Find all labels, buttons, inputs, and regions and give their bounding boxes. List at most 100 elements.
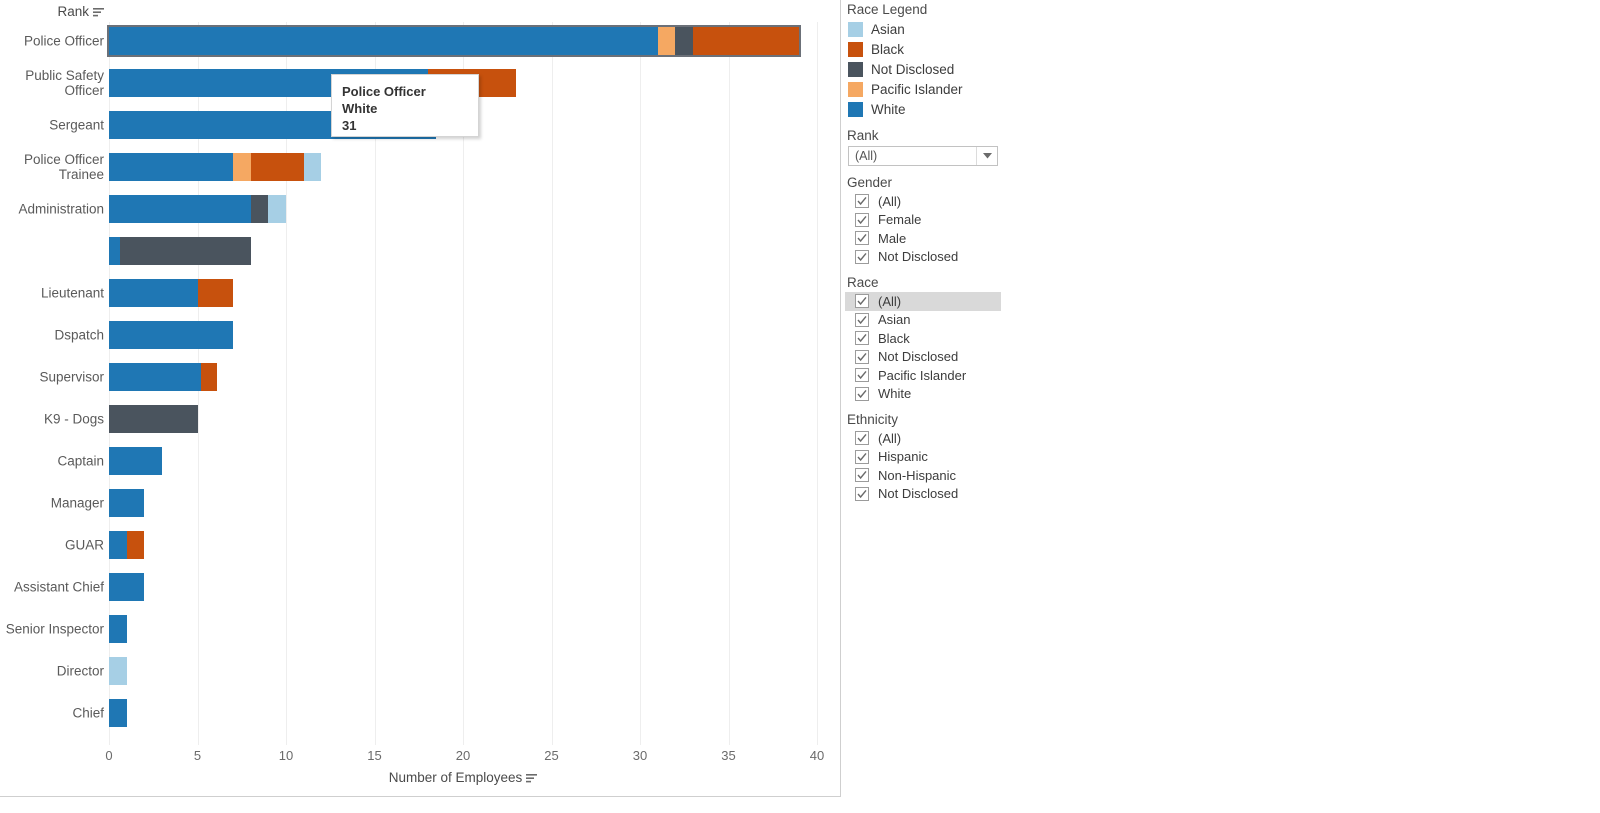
checkbox-icon[interactable] <box>855 431 869 446</box>
race-filter-option[interactable]: Pacific Islander <box>845 366 1105 385</box>
chevron-down-icon[interactable] <box>976 147 997 165</box>
checkbox-icon[interactable] <box>855 194 869 209</box>
bar-segment-not-disclosed[interactable] <box>109 405 198 433</box>
stacked-bar[interactable] <box>109 699 127 727</box>
bar-segment-pacific-islander[interactable] <box>657 27 676 55</box>
chart-row-label[interactable]: K9 - Dogs <box>0 412 104 427</box>
bar-segment-asian[interactable] <box>303 153 322 181</box>
race-filter-option[interactable]: White <box>845 385 1105 404</box>
bar-segment-asian[interactable] <box>109 657 127 685</box>
chart-row-label[interactable]: Police Officer Trainee <box>0 152 104 182</box>
bar-segment-black[interactable] <box>201 363 217 391</box>
bar-segment-black[interactable] <box>693 27 800 55</box>
stacked-bar[interactable] <box>109 153 322 181</box>
chart-row-label[interactable]: Director <box>0 664 104 679</box>
bar-segment-asian[interactable] <box>268 195 286 223</box>
bar-segment-white[interactable] <box>109 363 202 391</box>
checkbox-icon[interactable] <box>855 312 869 327</box>
race-filter-option[interactable]: Not Disclosed <box>845 348 1105 367</box>
stacked-bar[interactable] <box>109 405 198 433</box>
ethnicity-filter-option[interactable]: Hispanic <box>845 448 1105 467</box>
ethnicity-filter-option[interactable]: Non-Hispanic <box>845 466 1105 485</box>
bar-segment-white[interactable] <box>109 489 145 517</box>
chart-row-label[interactable]: Administration <box>0 202 104 217</box>
stacked-bar[interactable] <box>106 25 802 57</box>
chart-row-label[interactable]: Police Officer <box>0 34 104 49</box>
chart-row-label[interactable]: Supervisor <box>0 370 104 385</box>
bar-segment-white[interactable] <box>109 531 127 559</box>
chart-row-label[interactable]: Dspatch <box>0 328 104 343</box>
bar-segment-white[interactable] <box>109 279 198 307</box>
chart-row-label[interactable]: Senior Inspector <box>0 622 104 637</box>
checkbox-icon[interactable] <box>855 449 869 464</box>
race-filter-option[interactable]: (All) <box>845 292 1001 311</box>
stacked-bar[interactable] <box>109 447 163 475</box>
stacked-bar[interactable] <box>109 615 127 643</box>
bar-segment-not-disclosed[interactable] <box>119 237 251 265</box>
legend-item[interactable]: White <box>845 99 1105 119</box>
bar-segment-pacific-islander[interactable] <box>232 153 251 181</box>
gender-filter-option[interactable]: Not Disclosed <box>845 248 1105 267</box>
stacked-bar[interactable] <box>109 489 145 517</box>
chart-row-label[interactable]: Captain <box>0 454 104 469</box>
checkbox-icon[interactable] <box>855 212 869 227</box>
legend-item[interactable]: Pacific Islander <box>845 79 1105 99</box>
chart-row-label[interactable]: Public Safety Officer <box>0 68 104 98</box>
chart-row-label[interactable]: GUAR <box>0 538 104 553</box>
stacked-bar[interactable] <box>109 363 217 391</box>
sort-descending-icon[interactable] <box>526 771 538 786</box>
chart-row-label[interactable]: Chief <box>0 706 104 721</box>
stacked-bar[interactable] <box>109 657 127 685</box>
checkbox-icon[interactable] <box>855 368 869 383</box>
bar-segment-black[interactable] <box>126 531 145 559</box>
stacked-bar[interactable] <box>109 237 251 265</box>
checkbox-icon[interactable] <box>855 386 869 401</box>
checkbox-icon[interactable] <box>855 486 869 501</box>
ethnicity-filter-option[interactable]: (All) <box>845 429 1105 448</box>
chart-row-label[interactable]: Sergeant <box>0 118 104 133</box>
chart-row: Police Officer <box>24 25 817 57</box>
bar-segment-white[interactable] <box>109 237 120 265</box>
bar-segment-black[interactable] <box>197 279 233 307</box>
stacked-bar[interactable] <box>109 279 233 307</box>
stacked-bar[interactable] <box>109 195 286 223</box>
gender-filter-option[interactable]: (All) <box>845 192 1105 211</box>
chart-row: Lieutenant <box>41 279 817 307</box>
bar-segment-white[interactable] <box>109 321 233 349</box>
checkbox-icon[interactable] <box>855 331 869 346</box>
bar-segment-not-disclosed[interactable] <box>675 27 694 55</box>
bar-segment-white[interactable] <box>109 195 251 223</box>
bar-segment-white[interactable] <box>109 153 233 181</box>
bar-segment-white[interactable] <box>109 615 127 643</box>
sort-descending-icon[interactable] <box>93 5 104 20</box>
gender-filter-option[interactable]: Male <box>845 229 1105 248</box>
checkbox-icon[interactable] <box>855 231 869 246</box>
bar-segment-white[interactable] <box>109 573 145 601</box>
race-legend: Race Legend Asian Black Not Disclosed Pacif… <box>845 0 1105 119</box>
bar-segment-white[interactable] <box>109 27 658 55</box>
checkbox-icon[interactable] <box>855 249 869 264</box>
bar-segment-black[interactable] <box>250 153 304 181</box>
rank-filter-dropdown[interactable]: (All) <box>848 146 998 166</box>
checkbox-icon[interactable] <box>855 294 869 309</box>
chart-row-label[interactable]: Lieutenant <box>0 286 104 301</box>
race-filter-option[interactable]: Asian <box>845 311 1105 330</box>
row-axis-header[interactable]: Rank <box>0 4 104 20</box>
stacked-bar[interactable] <box>109 321 233 349</box>
stacked-bar[interactable] <box>109 573 145 601</box>
stacked-bar[interactable] <box>109 531 145 559</box>
race-filter-option[interactable]: Black <box>845 329 1105 348</box>
checkbox-icon[interactable] <box>855 468 869 483</box>
bar-segment-not-disclosed[interactable] <box>250 195 269 223</box>
gender-filter-option[interactable]: Female <box>845 211 1105 230</box>
chart-row-label[interactable]: Assistant Chief <box>0 580 104 595</box>
legend-item[interactable]: Black <box>845 39 1105 59</box>
checkbox-icon[interactable] <box>855 349 869 364</box>
ethnicity-filter-option[interactable]: Not Disclosed <box>845 485 1105 504</box>
bar-segment-white[interactable] <box>109 699 127 727</box>
legend-item[interactable]: Not Disclosed <box>845 59 1105 79</box>
chart-row-label[interactable]: Manager <box>0 496 104 511</box>
x-axis-title[interactable]: Number of Employees <box>109 770 817 786</box>
bar-segment-white[interactable] <box>109 447 163 475</box>
legend-item[interactable]: Asian <box>845 19 1105 39</box>
